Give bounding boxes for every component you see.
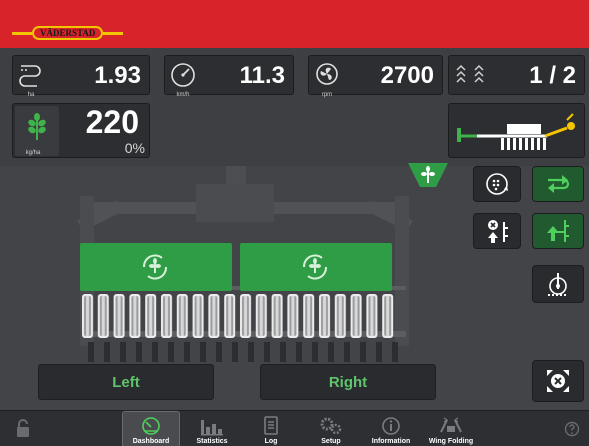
halfwidth-reset-button[interactable]: [532, 360, 584, 402]
bottom-navigation: Dashboard Statistics Log Setup Informati…: [0, 410, 589, 446]
tramline-icon: [456, 64, 484, 83]
vaderstad-logo: VÄDERSTAD: [12, 26, 124, 40]
speed-value: 11.3: [239, 62, 285, 89]
marker-up-icon: [547, 220, 569, 242]
header-bar: VÄDERSTAD: [0, 0, 589, 48]
right-section-active[interactable]: [240, 243, 392, 291]
wheel-marker-icon: [548, 273, 568, 296]
nav-wing-folding[interactable]: Wing Folding: [422, 411, 480, 446]
drill-side-view-icon: [457, 113, 575, 150]
hopper-seed-icon: [408, 163, 448, 187]
nav-log[interactable]: Log: [242, 411, 300, 446]
centering-target-icon: [547, 370, 569, 392]
information-icon: [382, 417, 400, 435]
wing-folding-icon: [440, 417, 462, 433]
seed-icon: [28, 113, 46, 140]
area-tile[interactable]: ha 1.93: [12, 55, 150, 98]
disc-row-graphic: [80, 294, 396, 338]
nav-statistics[interactable]: Statistics: [183, 411, 241, 446]
fan-icon: [316, 63, 338, 85]
setup-gears-icon: [320, 417, 342, 435]
seed-rate-value: 220: [85, 104, 139, 140]
seed-dots-rotate-icon: [486, 173, 508, 195]
nav-setup[interactable]: Setup: [302, 411, 360, 446]
log-icon: [264, 416, 278, 435]
calibration-button[interactable]: [473, 166, 521, 202]
auto-section-button[interactable]: [532, 166, 584, 202]
statistics-icon: [201, 420, 223, 436]
machine-view-tile[interactable]: [448, 103, 585, 158]
tramline-value: 1 / 2: [529, 62, 576, 89]
lock-icon[interactable]: [16, 419, 30, 444]
loop-arrows-icon: [548, 175, 570, 193]
seed-rate-percent: 0%: [124, 140, 145, 156]
area-value: 1.93: [94, 62, 141, 89]
left-section-active[interactable]: [80, 243, 232, 291]
speed-tile[interactable]: km/h 11.3: [164, 55, 294, 98]
seed-rate-tile[interactable]: kg/ha 220 0%: [12, 103, 150, 158]
pre-emergence-marker-button[interactable]: [532, 265, 584, 303]
help-icon[interactable]: [564, 421, 580, 442]
marker-cancel-icon: [488, 220, 508, 243]
marker-off-button[interactable]: [473, 213, 521, 249]
seed-rotate-icon: [142, 254, 168, 280]
marker-up-button[interactable]: [532, 213, 584, 249]
seed-rotate-icon: [302, 254, 328, 280]
area-counter-icon: [19, 65, 41, 87]
app-window: VÄDERSTAD ha 1.93 km/h 11.3 rpm 2700 1 /…: [0, 0, 589, 446]
nav-information[interactable]: Information: [362, 411, 420, 446]
dashboard-icon: [142, 417, 160, 435]
fan-speed-value: 2700: [380, 62, 434, 89]
tramline-tile[interactable]: 1 / 2: [448, 55, 585, 95]
fan-speed-tile[interactable]: rpm 2700: [308, 55, 443, 98]
right-side-button[interactable]: Right: [260, 364, 436, 400]
speedometer-icon: [171, 63, 195, 87]
nav-dashboard[interactable]: Dashboard: [122, 411, 180, 446]
left-side-button[interactable]: Left: [38, 364, 214, 400]
